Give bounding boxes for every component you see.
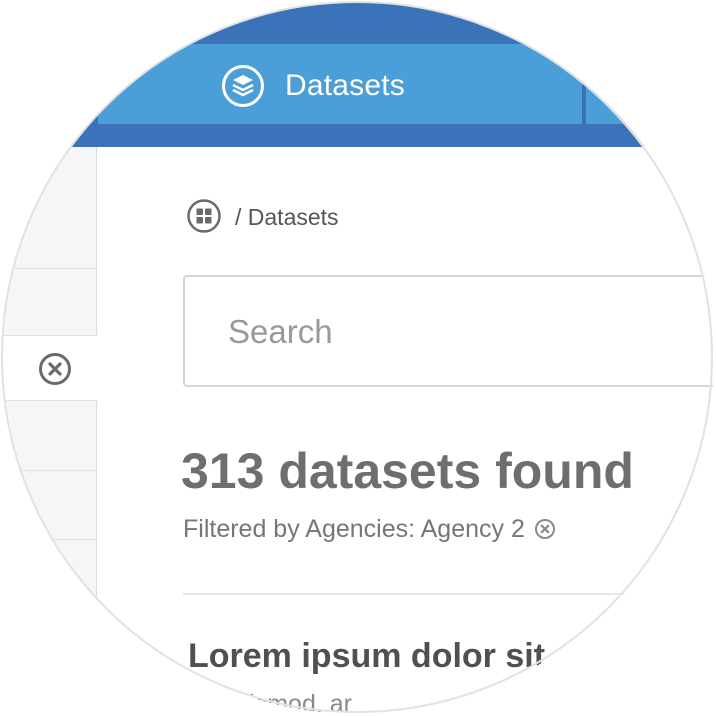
close-circle-icon[interactable] xyxy=(534,518,556,540)
results-divider xyxy=(183,593,714,595)
viewport: Datasets / Datasets 313 datasets found F… xyxy=(0,0,716,716)
magnifier-lens: Datasets / Datasets 313 datasets found F… xyxy=(2,2,714,714)
search-input[interactable] xyxy=(228,308,688,356)
sidebar-divider xyxy=(2,539,97,540)
sidebar-divider xyxy=(2,268,97,269)
close-circle-icon[interactable] xyxy=(38,352,72,386)
filter-sidebar xyxy=(2,147,97,714)
active-filter: Filtered by Agencies: Agency 2 xyxy=(183,513,556,545)
layers-icon xyxy=(222,65,264,107)
filter-label: Filtered by Agencies: Agency 2 xyxy=(183,515,525,543)
dataset-title-link[interactable]: Lorem ipsum dolor sit xyxy=(188,634,545,678)
results-count-heading: 313 datasets found xyxy=(181,443,634,499)
grid-home-icon[interactable] xyxy=(186,198,222,234)
breadcrumb: / Datasets xyxy=(235,204,339,230)
dataset-description: us euismod, ar xyxy=(188,690,352,714)
tab-next[interactable] xyxy=(586,44,714,124)
tab-datasets-label: Datasets xyxy=(285,69,405,102)
sidebar-divider xyxy=(2,470,97,471)
